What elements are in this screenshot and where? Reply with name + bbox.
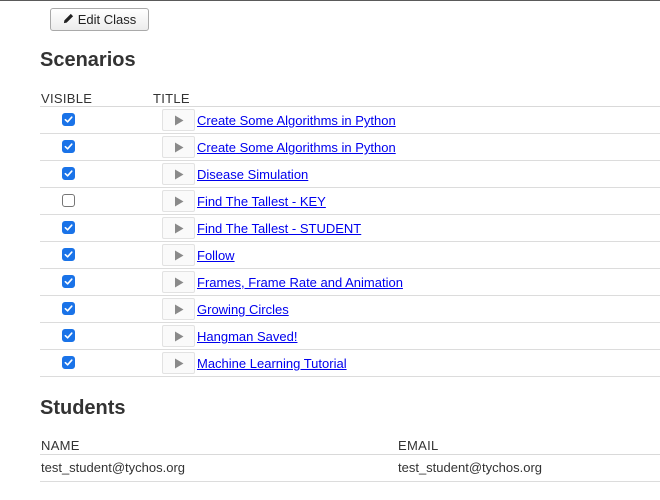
scenario-title-link[interactable]: Machine Learning Tutorial	[197, 356, 347, 371]
scenario-title-link[interactable]: Find The Tallest - STUDENT	[197, 221, 361, 236]
visible-checkbox[interactable]	[62, 356, 75, 369]
visible-checkbox[interactable]	[62, 329, 75, 342]
play-button[interactable]	[162, 136, 195, 158]
scenarios-heading: Scenarios	[40, 49, 136, 71]
scenario-row: Find The Tallest - STUDENT	[40, 215, 660, 242]
visible-checkbox[interactable]	[62, 167, 75, 180]
scenarios-table: Create Some Algorithms in Python Create S…	[40, 107, 660, 377]
play-button[interactable]	[162, 325, 195, 347]
play-button[interactable]	[162, 109, 195, 131]
student-email: test_student@tychos.org	[398, 460, 542, 475]
visible-checkbox[interactable]	[62, 194, 75, 207]
column-header-title: TITLE	[153, 91, 190, 106]
scenario-row: Create Some Algorithms in Python	[40, 134, 660, 161]
scenario-row: Create Some Algorithms in Python	[40, 107, 660, 134]
scenario-title-link[interactable]: Hangman Saved!	[197, 329, 297, 344]
play-button[interactable]	[162, 163, 195, 185]
play-button[interactable]	[162, 190, 195, 212]
student-row: test_student@tychos.org test_student@tyc…	[40, 455, 660, 482]
visible-checkbox[interactable]	[62, 302, 75, 315]
students-heading: Students	[40, 397, 126, 419]
scenario-title-link[interactable]: Disease Simulation	[197, 167, 308, 182]
pencil-icon	[63, 12, 74, 27]
play-button[interactable]	[162, 271, 195, 293]
scenario-title-link[interactable]: Create Some Algorithms in Python	[197, 140, 396, 155]
scenario-row: Frames, Frame Rate and Animation	[40, 269, 660, 296]
column-header-email: EMAIL	[398, 438, 439, 453]
student-name: test_student@tychos.org	[41, 460, 185, 475]
play-button[interactable]	[162, 352, 195, 374]
scenario-row: Hangman Saved!	[40, 323, 660, 350]
scenario-row: Follow	[40, 242, 660, 269]
scenario-title-link[interactable]: Growing Circles	[197, 302, 289, 317]
scenario-row: Growing Circles	[40, 296, 660, 323]
scenario-title-link[interactable]: Create Some Algorithms in Python	[197, 113, 396, 128]
scenario-title-link[interactable]: Follow	[197, 248, 235, 263]
scenario-title-link[interactable]: Find The Tallest - KEY	[197, 194, 326, 209]
edit-class-label: Edit Class	[77, 12, 137, 27]
visible-checkbox[interactable]	[62, 275, 75, 288]
column-header-name: NAME	[41, 438, 80, 453]
play-button[interactable]	[162, 298, 195, 320]
visible-checkbox[interactable]	[62, 248, 75, 261]
top-divider	[0, 0, 660, 1]
visible-checkbox[interactable]	[62, 221, 75, 234]
edit-class-button[interactable]: Edit Class	[50, 8, 149, 31]
scenario-title-link[interactable]: Frames, Frame Rate and Animation	[197, 275, 403, 290]
play-button[interactable]	[162, 217, 195, 239]
visible-checkbox[interactable]	[62, 140, 75, 153]
scenario-row: Disease Simulation	[40, 161, 660, 188]
visible-checkbox[interactable]	[62, 113, 75, 126]
scenario-row: Find The Tallest - KEY	[40, 188, 660, 215]
scenario-row: Machine Learning Tutorial	[40, 350, 660, 377]
column-header-visible: VISIBLE	[41, 91, 93, 106]
play-button[interactable]	[162, 244, 195, 266]
